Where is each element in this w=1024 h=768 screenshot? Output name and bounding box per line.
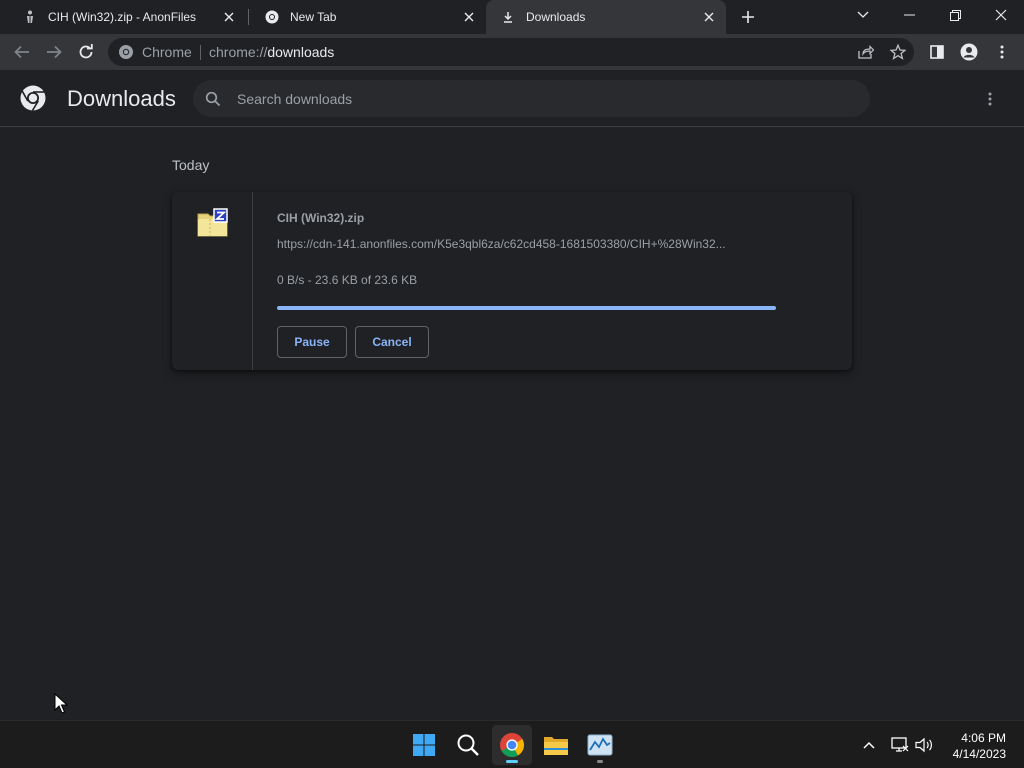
windows-start-icon[interactable] (404, 725, 444, 765)
site-chip-label: Chrome (142, 44, 192, 60)
download-progress-fill (277, 306, 776, 310)
open-app-indicator (597, 760, 603, 763)
system-clock[interactable]: 4:06 PM 4/14/2023 (953, 730, 1006, 762)
task-manager-icon[interactable] (580, 725, 620, 765)
chrome-icon (264, 9, 280, 25)
bookmark-star-icon[interactable] (888, 42, 908, 62)
minimize-button[interactable] (886, 0, 932, 30)
close-window-button[interactable] (978, 0, 1024, 30)
taskbar-chrome-icon[interactable] (492, 725, 532, 765)
reload-button[interactable] (72, 38, 100, 66)
address-bar[interactable]: Chrome chrome://downloads (108, 38, 914, 66)
tab-downloads[interactable]: Downloads (486, 0, 726, 34)
forward-button[interactable] (40, 38, 68, 66)
back-button[interactable] (8, 38, 36, 66)
browser-toolbar: Chrome chrome://downloads (0, 34, 1024, 70)
volume-icon[interactable] (913, 733, 937, 757)
file-source-url[interactable]: https://cdn-141.anonfiles.com/K5e3qbl6za… (277, 237, 777, 251)
download-status: 0 B/s - 23.6 KB of 23.6 KB (277, 273, 418, 287)
download-item-card: CIH (Win32).zip https://cdn-141.anonfile… (172, 192, 852, 370)
tab-divider (248, 9, 249, 25)
tab-title: Downloads (526, 10, 586, 24)
share-icon[interactable] (856, 42, 876, 62)
show-hidden-icons-chevron-icon[interactable] (857, 733, 881, 757)
close-tab-icon[interactable] (220, 8, 238, 26)
page-title: Downloads (67, 86, 176, 111)
cancel-button[interactable]: Cancel (355, 326, 429, 358)
taskbar-search-icon[interactable] (448, 725, 488, 765)
restore-button[interactable] (932, 0, 978, 30)
zip-file-icon (196, 208, 230, 238)
url-text: chrome://downloads (209, 44, 334, 60)
anonfiles-icon (22, 9, 38, 25)
url-host: downloads (267, 44, 335, 60)
pause-button[interactable]: Pause (277, 326, 347, 358)
search-input[interactable] (237, 80, 837, 117)
tab-title: CIH (Win32).zip - AnonFiles (48, 10, 197, 24)
omnibox-separator (200, 45, 201, 60)
tab-search-chevron-icon[interactable] (840, 0, 886, 30)
file-name[interactable]: CIH (Win32).zip (277, 211, 364, 225)
tab-new-tab[interactable]: New Tab (250, 0, 486, 34)
downloads-header: Downloads (0, 70, 1024, 127)
tab-title: New Tab (290, 10, 337, 24)
card-divider (252, 192, 253, 370)
downloads-more-actions-icon[interactable] (980, 89, 1000, 109)
date-group-label: Today (172, 157, 210, 173)
download-progress-bar (277, 306, 776, 310)
chrome-logo-icon (20, 85, 46, 111)
browser-menu-icon[interactable] (988, 38, 1016, 66)
search-icon (205, 91, 221, 107)
new-tab-button[interactable] (736, 5, 760, 29)
close-tab-icon[interactable] (700, 8, 718, 26)
download-icon (500, 9, 516, 25)
chrome-site-icon (118, 44, 134, 60)
clock-time: 4:06 PM (961, 731, 1006, 745)
mouse-cursor-icon (54, 692, 69, 715)
close-tab-icon[interactable] (460, 8, 478, 26)
file-explorer-icon[interactable] (536, 725, 576, 765)
network-icon[interactable] (888, 733, 912, 757)
tab-strip: CIH (Win32).zip - AnonFiles New Tab Down… (0, 0, 1024, 34)
profile-icon[interactable] (955, 38, 983, 66)
tab-anonfiles[interactable]: CIH (Win32).zip - AnonFiles (8, 0, 246, 34)
search-box[interactable] (193, 80, 870, 117)
taskbar: 4:06 PM 4/14/2023 (0, 720, 1024, 768)
active-app-indicator (506, 760, 518, 763)
clock-date: 4/14/2023 (952, 747, 1006, 761)
side-panel-icon[interactable] (923, 38, 951, 66)
url-scheme: chrome:// (209, 44, 268, 60)
